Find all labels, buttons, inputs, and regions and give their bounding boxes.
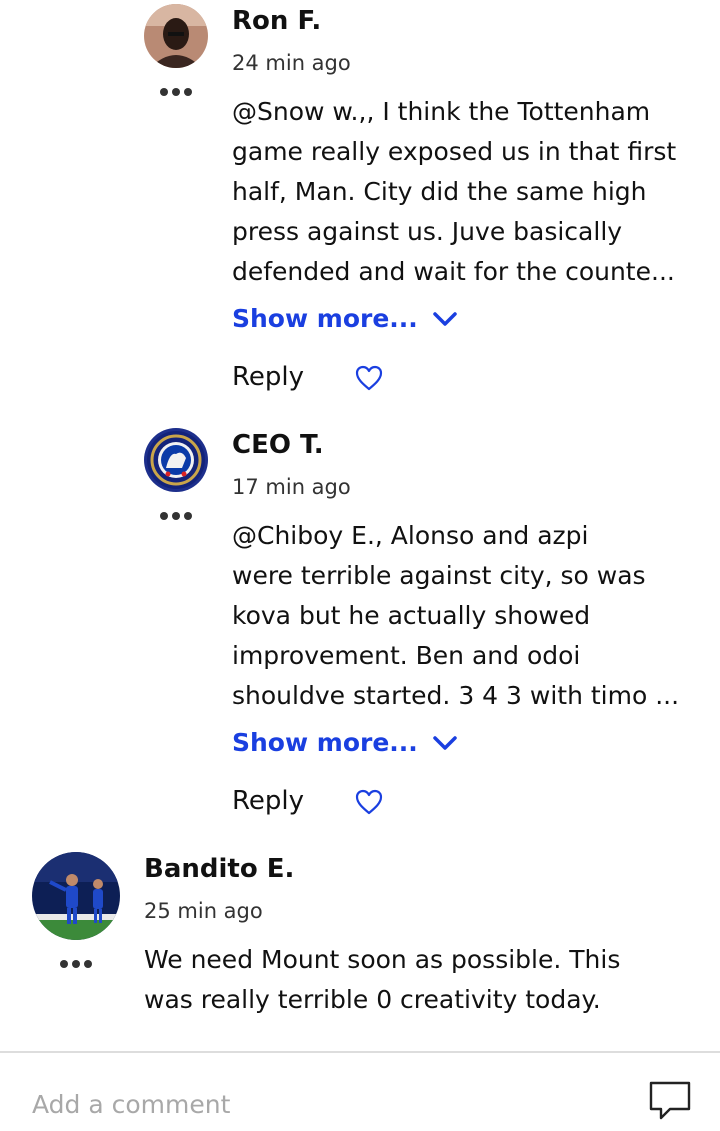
avatar[interactable] bbox=[144, 428, 208, 492]
comment-body: We need Mount soon as possible. This was… bbox=[144, 940, 620, 1020]
comment-author[interactable]: CEO T. bbox=[232, 430, 324, 460]
more-options-icon[interactable] bbox=[160, 88, 192, 96]
reply-row: Reply bbox=[232, 786, 304, 816]
reply-row: Reply bbox=[232, 362, 304, 392]
comment-line: @Chiboy E., Alonso and azpi bbox=[232, 521, 589, 550]
add-comment-input[interactable]: Add a comment bbox=[32, 1090, 230, 1119]
comment-body: @Chiboy E., Alonso and azpi were terribl… bbox=[232, 516, 679, 716]
comment-ceo: CEO T. 17 min ago @Chiboy E., Alonso and… bbox=[0, 424, 720, 834]
comment-line: @Snow w.,, I think the Tottenham bbox=[232, 97, 651, 126]
comment-author[interactable]: Bandito E. bbox=[144, 854, 294, 884]
club-crest-avatar bbox=[144, 428, 208, 492]
comment-line: kova but he actually showed bbox=[232, 601, 591, 630]
comment-line: improvement. Ben and odoi bbox=[232, 641, 581, 670]
speech-bubble-icon[interactable] bbox=[648, 1080, 692, 1122]
more-options-icon[interactable] bbox=[60, 960, 92, 968]
comment-line: half, Man. City did the same high bbox=[232, 177, 647, 206]
reply-button[interactable]: Reply bbox=[232, 786, 304, 816]
show-more-link[interactable]: Show more... bbox=[232, 728, 458, 757]
comment-bandito: Bandito E. 25 min ago We need Mount soon… bbox=[0, 848, 720, 1038]
comment-time: 17 min ago bbox=[232, 475, 351, 499]
chevron-down-icon bbox=[433, 311, 457, 326]
comments-page: Ron F. 24 min ago @Snow w.,, I think the… bbox=[0, 0, 720, 1131]
comment-line: We need Mount soon as possible. This bbox=[144, 945, 621, 974]
reply-button[interactable]: Reply bbox=[232, 362, 304, 392]
heart-icon[interactable] bbox=[354, 788, 384, 816]
comment-time: 25 min ago bbox=[144, 899, 263, 923]
composer-divider bbox=[0, 1051, 720, 1053]
show-more-label: Show more... bbox=[232, 304, 418, 333]
comment-ron: Ron F. 24 min ago @Snow w.,, I think the… bbox=[0, 0, 720, 410]
comment-line: press against us. Juve basically bbox=[232, 217, 623, 246]
comment-time: 24 min ago bbox=[232, 51, 351, 75]
comment-line: shouldve started. 3 4 3 with timo ... bbox=[232, 681, 680, 710]
chevron-down-icon bbox=[433, 735, 457, 750]
heart-icon[interactable] bbox=[354, 364, 384, 392]
show-more-link[interactable]: Show more... bbox=[232, 304, 458, 333]
comment-author[interactable]: Ron F. bbox=[232, 6, 321, 36]
more-options-icon[interactable] bbox=[160, 512, 192, 520]
avatar-photo bbox=[32, 852, 120, 940]
comment-line: was really terrible 0 creativity today. bbox=[144, 985, 601, 1014]
comment-line: were terrible against city, so was bbox=[232, 561, 646, 590]
avatar-photo bbox=[144, 4, 208, 68]
comment-body: @Snow w.,, I think the Tottenham game re… bbox=[232, 92, 676, 292]
comment-line: defended and wait for the counte... bbox=[232, 257, 675, 286]
comment-line: game really exposed us in that first bbox=[232, 137, 677, 166]
show-more-label: Show more... bbox=[232, 728, 418, 757]
avatar[interactable] bbox=[32, 852, 120, 940]
avatar[interactable] bbox=[144, 4, 208, 68]
